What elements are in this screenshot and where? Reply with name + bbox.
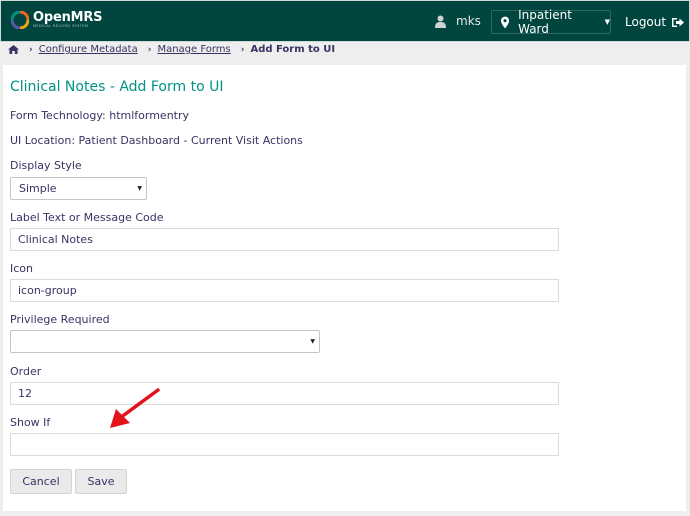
icon-input[interactable]: icon-group — [10, 279, 559, 302]
label-text-input[interactable]: Clinical Notes — [10, 228, 559, 251]
username: mks — [456, 14, 481, 28]
openmrs-logo[interactable]: OpenMRS MEDICAL RECORD SYSTEM — [10, 10, 103, 30]
show-if-label: Show If — [10, 416, 51, 429]
breadcrumb: › Configure Metadata › Manage Forms › Ad… — [0, 42, 690, 57]
display-style-select[interactable]: Simple ▼ — [10, 177, 147, 200]
breadcrumb-separator: › — [147, 44, 152, 55]
order-value: 12 — [18, 387, 32, 400]
location-name: Inpatient Ward — [518, 8, 572, 36]
privilege-label: Privilege Required — [10, 313, 110, 326]
breadcrumb-separator: › — [29, 44, 33, 55]
breadcrumb-separator: › — [240, 44, 245, 55]
breadcrumb-configure-metadata[interactable]: Configure Metadata — [39, 44, 138, 55]
logo-text: OpenMRS — [33, 10, 103, 26]
user-menu[interactable]: mks — [435, 14, 481, 28]
map-marker-icon — [501, 16, 510, 28]
logout-link[interactable]: Logout — [625, 15, 685, 29]
breadcrumb-manage-forms[interactable]: Manage Forms — [157, 44, 230, 55]
save-button[interactable]: Save — [75, 469, 127, 494]
order-label: Order — [10, 365, 42, 378]
select-arrow-icon: ▼ — [310, 338, 315, 345]
caret-down-icon: ▼ — [604, 18, 610, 26]
icon-value: icon-group — [18, 284, 77, 297]
user-icon — [435, 15, 446, 28]
logout-label: Logout — [625, 15, 667, 29]
label-text-value: Clinical Notes — [18, 233, 93, 246]
privilege-select[interactable]: ▼ — [10, 330, 320, 353]
home-icon[interactable] — [8, 45, 19, 54]
icon-label: Icon — [10, 262, 33, 275]
logo-subtext: MEDICAL RECORD SYSTEM — [33, 24, 89, 29]
openmrs-logo-icon — [10, 10, 30, 30]
top-header: OpenMRS MEDICAL RECORD SYSTEM mks Inpati… — [0, 0, 690, 42]
order-input[interactable]: 12 — [10, 382, 559, 405]
breadcrumb-current: Add Form to UI — [250, 44, 336, 55]
form-technology-text: Form Technology: htmlformentry — [10, 109, 190, 122]
display-style-value: Simple — [19, 182, 57, 195]
sign-out-icon — [672, 17, 685, 27]
location-selector[interactable]: Inpatient Ward ▼ — [491, 8, 611, 36]
select-arrow-icon: ▼ — [137, 185, 142, 192]
label-text-label: Label Text or Message Code — [10, 211, 164, 224]
cancel-button[interactable]: Cancel — [10, 469, 72, 494]
display-style-label: Display Style — [10, 159, 82, 172]
ui-location-text: UI Location: Patient Dashboard - Current… — [10, 134, 303, 147]
show-if-input[interactable] — [10, 433, 559, 456]
form-panel: Clinical Notes - Add Form to UI Form Tec… — [3, 65, 686, 511]
annotation-arrow-icon — [110, 388, 160, 428]
page-title: Clinical Notes - Add Form to UI — [10, 79, 224, 95]
